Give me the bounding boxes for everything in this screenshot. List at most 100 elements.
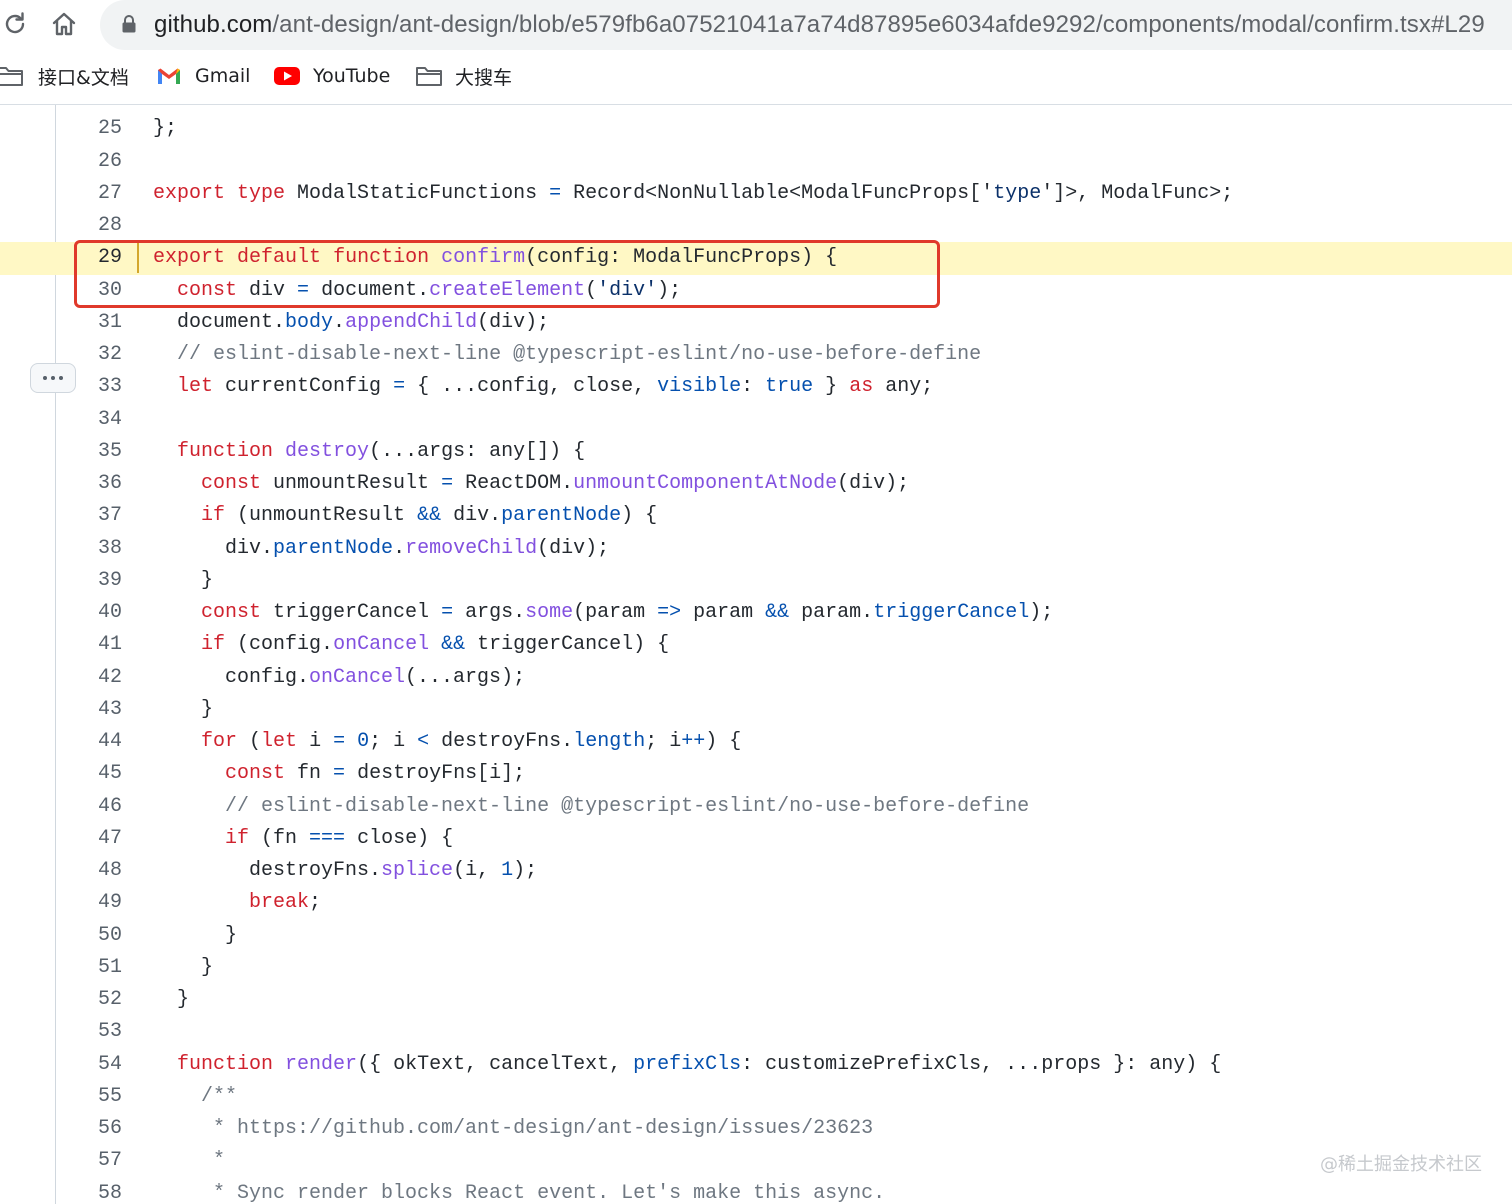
line-number[interactable]: 46 xyxy=(60,791,122,823)
code-text: } xyxy=(153,565,213,597)
code-token: config. xyxy=(153,665,310,689)
bookmark-gmail[interactable]: Gmail xyxy=(157,56,250,96)
line-number[interactable]: 35 xyxy=(60,436,122,468)
url-text[interactable]: github.com/ant-design/ant-design/blob/e5… xyxy=(154,11,1485,39)
line-number[interactable]: 56 xyxy=(60,1113,122,1145)
line-number[interactable]: 24 xyxy=(60,105,122,113)
code-token: const xyxy=(177,278,238,302)
code-token: triggerCancel xyxy=(873,601,1030,624)
code-token: let xyxy=(177,375,214,399)
code-text: document.body.appendChild(div); xyxy=(153,307,549,339)
code-line: 57 * xyxy=(0,1145,1512,1177)
line-options-button[interactable] xyxy=(30,363,76,393)
line-number[interactable]: 47 xyxy=(60,823,122,855)
lock-icon[interactable] xyxy=(121,14,137,34)
line-number[interactable]: 58 xyxy=(60,1178,122,1204)
bookmark-folder-docs[interactable]: 接口&文档 xyxy=(0,56,129,96)
code-token: removeChild xyxy=(405,536,538,560)
line-number[interactable]: 34 xyxy=(60,404,122,436)
code-token: ( xyxy=(585,278,598,302)
code-token: { ...config, close, xyxy=(405,375,658,399)
bookmark-youtube[interactable]: YouTube xyxy=(274,56,390,96)
dot-icon xyxy=(43,376,47,380)
code-token: triggerCancel) { xyxy=(465,633,670,657)
line-number[interactable]: 48 xyxy=(60,855,122,887)
code-text: export default function confirm(config: … xyxy=(136,242,838,274)
code-token: ({ okText, cancelText, xyxy=(357,1052,634,1076)
code-token: Record<NonNullable<ModalFuncProps[' xyxy=(561,181,994,205)
home-icon[interactable] xyxy=(50,10,78,38)
code-line: 47 if (fn === close) { xyxy=(0,823,1512,855)
line-number[interactable]: 43 xyxy=(60,694,122,726)
code-token: document. xyxy=(153,310,286,334)
line-number[interactable]: 37 xyxy=(60,500,122,532)
line-number[interactable]: 55 xyxy=(60,1081,122,1113)
code-line: 36 const unmountResult = ReactDOM.unmoun… xyxy=(0,468,1512,500)
code-line: 45 const fn = destroyFns[i]; xyxy=(0,758,1512,790)
line-number[interactable]: 51 xyxy=(60,952,122,984)
code-line: 42 config.onCancel(...args); xyxy=(0,662,1512,694)
code-text: * https://github.com/ant-design/ant-desi… xyxy=(153,1113,873,1145)
bookmark-folder-dasouche[interactable]: 大搜车 xyxy=(415,56,512,96)
youtube-icon xyxy=(274,67,300,85)
bookmark-label: Gmail xyxy=(195,65,251,87)
line-number[interactable]: 28 xyxy=(60,210,122,242)
code-line: 55 /** xyxy=(0,1081,1512,1113)
code-token: destroyFns. xyxy=(153,859,382,882)
code-text: // eslint-disable-next-line @typescript-… xyxy=(153,339,981,371)
code-token: === xyxy=(309,826,346,850)
line-number[interactable]: 38 xyxy=(60,533,122,565)
line-number[interactable]: 36 xyxy=(60,468,122,500)
line-number[interactable]: 45 xyxy=(60,758,122,790)
code-token: = xyxy=(393,375,406,399)
code-token: for xyxy=(201,730,238,753)
reload-icon[interactable] xyxy=(2,11,28,37)
code-token: onCancel xyxy=(309,665,406,689)
code-token: args. xyxy=(453,601,526,624)
code-token: } xyxy=(813,375,850,399)
line-number[interactable]: 29 xyxy=(60,242,122,274)
code-token: (config: ModalFuncProps) { xyxy=(525,246,838,270)
line-number[interactable]: 53 xyxy=(60,1016,122,1048)
code-token: ; xyxy=(309,891,322,915)
line-number[interactable]: 50 xyxy=(60,920,122,952)
code-token: ; xyxy=(705,105,717,108)
code-token: appendChild xyxy=(345,310,478,334)
code-token: // eslint-disable-next-line @typescript-… xyxy=(225,794,1030,818)
code-token: any; xyxy=(873,375,934,399)
line-number[interactable]: 54 xyxy=(60,1049,122,1081)
line-number[interactable]: 27 xyxy=(60,178,122,210)
bookmark-label: YouTube xyxy=(313,65,391,87)
code-text: if (fn === close) { xyxy=(153,823,453,855)
line-number[interactable]: 42 xyxy=(60,662,122,694)
line-number[interactable]: 39 xyxy=(60,565,122,597)
code-token: fn xyxy=(285,762,334,786)
code-token: if xyxy=(225,826,250,850)
code-line: 37 if (unmountResult && div.parentNode) … xyxy=(0,500,1512,532)
address-bar[interactable]: github.com/ant-design/ant-design/blob/e5… xyxy=(100,0,1512,50)
line-number[interactable]: 40 xyxy=(60,597,122,629)
line-number[interactable]: 31 xyxy=(60,307,122,339)
code-token: ) { xyxy=(705,730,742,753)
line-number[interactable]: 30 xyxy=(60,275,122,307)
dot-icon xyxy=(59,376,63,380)
code-text: for (let i = 0; i < destroyFns.length; i… xyxy=(153,726,741,758)
line-number[interactable]: 44 xyxy=(60,726,122,758)
code-token: destroyFns[i]; xyxy=(345,762,526,786)
line-number[interactable]: 26 xyxy=(60,146,122,178)
code-token: void xyxy=(657,105,705,108)
code-token: as xyxy=(849,375,874,399)
line-number[interactable]: 41 xyxy=(60,629,122,661)
line-number[interactable]: 49 xyxy=(60,887,122,919)
code-text: if (config.onCancel && triggerCancel) { xyxy=(153,629,669,661)
line-number[interactable]: 25 xyxy=(60,113,122,145)
code-token: break xyxy=(249,891,310,915)
line-number[interactable]: 52 xyxy=(60,984,122,1016)
code-line: 28 xyxy=(0,210,1512,242)
code-text: * xyxy=(153,1145,225,1177)
code-token: /** xyxy=(201,1084,238,1108)
line-number[interactable]: 57 xyxy=(60,1145,122,1177)
